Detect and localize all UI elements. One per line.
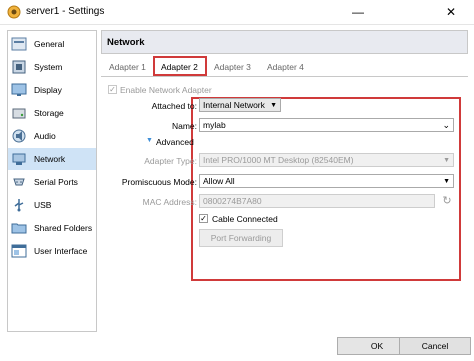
- sidebar-item-label: USB: [34, 200, 52, 210]
- chevron-down-icon: ▼: [443, 157, 450, 164]
- refresh-icon[interactable]: ↻: [440, 193, 454, 207]
- main-panel: Network Adapter 1 Adapter 2 Adapter 3 Ad…: [101, 30, 468, 330]
- sidebar-item-user-interface[interactable]: User Interface: [8, 240, 96, 262]
- sidebar-item-audio[interactable]: Audio: [8, 125, 96, 147]
- sidebar-item-serial-ports[interactable]: Serial Ports: [8, 171, 96, 193]
- sidebar-item-usb[interactable]: USB: [8, 194, 96, 216]
- section-header: Network: [101, 30, 468, 54]
- name-value: mylab: [203, 120, 226, 130]
- display-icon: [11, 82, 27, 98]
- enable-adapter-label: Enable Network Adapter: [120, 85, 212, 95]
- usb-icon: [11, 197, 27, 213]
- tab-adapter-3[interactable]: Adapter 3: [214, 60, 251, 74]
- sidebar-item-label: Display: [34, 85, 62, 95]
- cancel-button[interactable]: Cancel: [399, 337, 471, 355]
- mac-address-value: 0800274B7A80: [203, 196, 262, 206]
- user-interface-icon: [11, 243, 27, 259]
- adapter-type-select[interactable]: Intel PRO/1000 MT Desktop (82540EM) ▼: [199, 153, 454, 167]
- name-label: Name:: [171, 121, 197, 131]
- dialog-footer: OK Cancel: [0, 334, 474, 361]
- chevron-down-icon: ▼: [270, 102, 277, 109]
- promiscuous-mode-value: Allow All: [203, 176, 235, 186]
- adapter-type-label: Adapter Type:: [144, 156, 197, 166]
- page-title: Network: [107, 37, 145, 48]
- attached-to-value: Internal Network: [203, 100, 265, 110]
- tab-adapter-1[interactable]: Adapter 1: [109, 60, 146, 74]
- settings-sidebar: General System Display Storage Audio Net…: [7, 30, 97, 332]
- enable-adapter-checkbox[interactable]: ✓: [108, 85, 117, 94]
- sidebar-item-network[interactable]: Network: [8, 148, 96, 170]
- sidebar-item-storage[interactable]: Storage: [8, 102, 96, 124]
- sidebar-item-label: Storage: [34, 108, 64, 118]
- tab-adapter-4[interactable]: Adapter 4: [267, 60, 304, 74]
- system-icon: [11, 59, 27, 75]
- minimize-icon: —: [352, 5, 364, 19]
- sidebar-item-label: User Interface: [34, 246, 88, 256]
- adapter-type-value: Intel PRO/1000 MT Desktop (82540EM): [203, 155, 354, 165]
- sidebar-item-display[interactable]: Display: [8, 79, 96, 101]
- sidebar-item-general[interactable]: General: [8, 33, 96, 55]
- attached-to-select[interactable]: Internal Network ▼: [199, 98, 281, 112]
- close-icon: ✕: [445, 5, 457, 19]
- close-button[interactable]: ✕: [428, 0, 474, 24]
- general-icon: [11, 36, 27, 52]
- name-combobox[interactable]: mylab ⌄: [199, 118, 454, 132]
- tab-highlight-box: [153, 56, 207, 76]
- sidebar-item-shared-folders[interactable]: Shared Folders: [8, 217, 96, 239]
- mac-address-label: MAC Address:: [142, 197, 197, 207]
- sidebar-item-label: Network: [34, 154, 66, 164]
- port-forwarding-button[interactable]: Port Forwarding: [199, 229, 283, 247]
- promiscuous-mode-label: Promiscuous Mode:: [121, 177, 197, 187]
- expand-triangle-icon[interactable]: ▼: [146, 137, 153, 144]
- chevron-down-icon: ⌄: [442, 120, 450, 130]
- sidebar-item-system[interactable]: System: [8, 56, 96, 78]
- sidebar-item-label: General: [34, 39, 65, 49]
- chevron-down-icon: ▼: [443, 178, 450, 185]
- shared-folders-icon: [11, 220, 27, 236]
- attached-to-label: Attached to:: [151, 101, 197, 111]
- serial-ports-icon: [11, 174, 27, 190]
- sidebar-item-label: Serial Ports: [34, 177, 78, 187]
- mac-address-field[interactable]: 0800274B7A80: [199, 194, 435, 208]
- window-title: server1 - Settings: [26, 6, 105, 17]
- title-bar: server1 - Settings — ✕: [0, 0, 474, 25]
- advanced-toggle[interactable]: Advanced: [156, 137, 194, 147]
- virtualbox-icon: [7, 5, 21, 19]
- storage-icon: [11, 105, 27, 121]
- minimize-button[interactable]: —: [335, 0, 381, 24]
- cable-connected-label: Cable Connected: [212, 214, 278, 224]
- network-icon: [11, 151, 27, 167]
- cable-connected-checkbox[interactable]: ✓: [199, 214, 208, 223]
- promiscuous-mode-select[interactable]: Allow All ▼: [199, 174, 454, 188]
- sidebar-item-label: Shared Folders: [34, 223, 93, 233]
- audio-icon: [11, 128, 27, 144]
- sidebar-item-label: Audio: [34, 131, 56, 141]
- sidebar-item-label: System: [34, 62, 63, 72]
